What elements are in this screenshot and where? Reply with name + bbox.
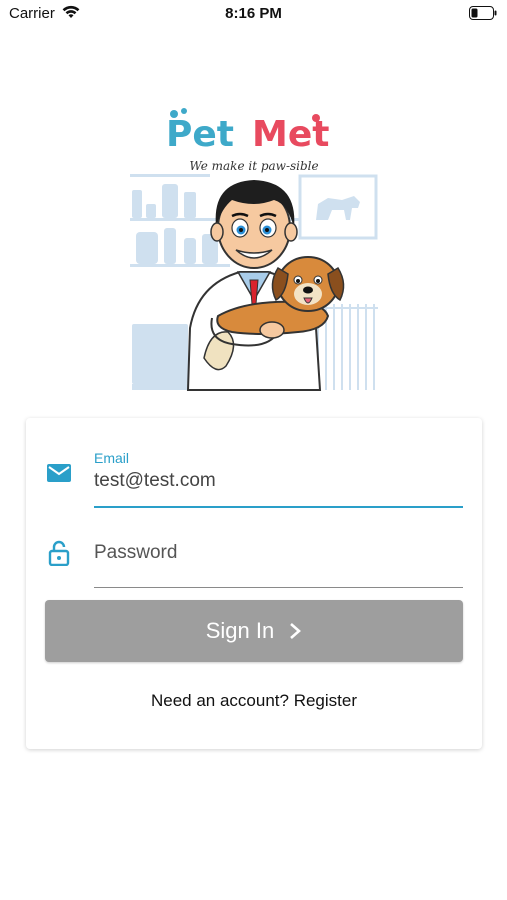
- email-label: Email: [94, 450, 130, 466]
- sign-in-button[interactable]: Sign In: [45, 600, 463, 662]
- register-link[interactable]: Register: [294, 691, 357, 710]
- register-row: Need an account? Register: [26, 691, 482, 711]
- svg-text:Pet: Pet: [166, 114, 234, 155]
- battery-low-icon: [469, 6, 497, 20]
- petmet-logo: Pet Met: [166, 108, 329, 155]
- mail-icon: [47, 464, 71, 482]
- status-bar: Carrier 8:16 PM: [0, 0, 507, 28]
- email-underline: [94, 506, 463, 508]
- brand-tagline: We make it paw-sible: [189, 159, 319, 173]
- password-input[interactable]: Password: [94, 542, 177, 564]
- login-card: Email test@test.com Password Sign In Nee…: [26, 418, 482, 749]
- hero-illustration: Pet Met We make it paw-sible: [128, 104, 380, 394]
- clock: 8:16 PM: [225, 5, 282, 22]
- sign-in-label: Sign In: [205, 618, 275, 643]
- lock-open-icon: [48, 540, 70, 566]
- chevron-right-icon: [290, 623, 302, 639]
- email-input[interactable]: test@test.com: [94, 470, 216, 492]
- register-prompt: Need an account?: [150, 691, 294, 710]
- email-field[interactable]: Email test@test.com: [26, 446, 482, 510]
- password-field[interactable]: Password: [26, 530, 482, 594]
- password-underline: [94, 587, 463, 588]
